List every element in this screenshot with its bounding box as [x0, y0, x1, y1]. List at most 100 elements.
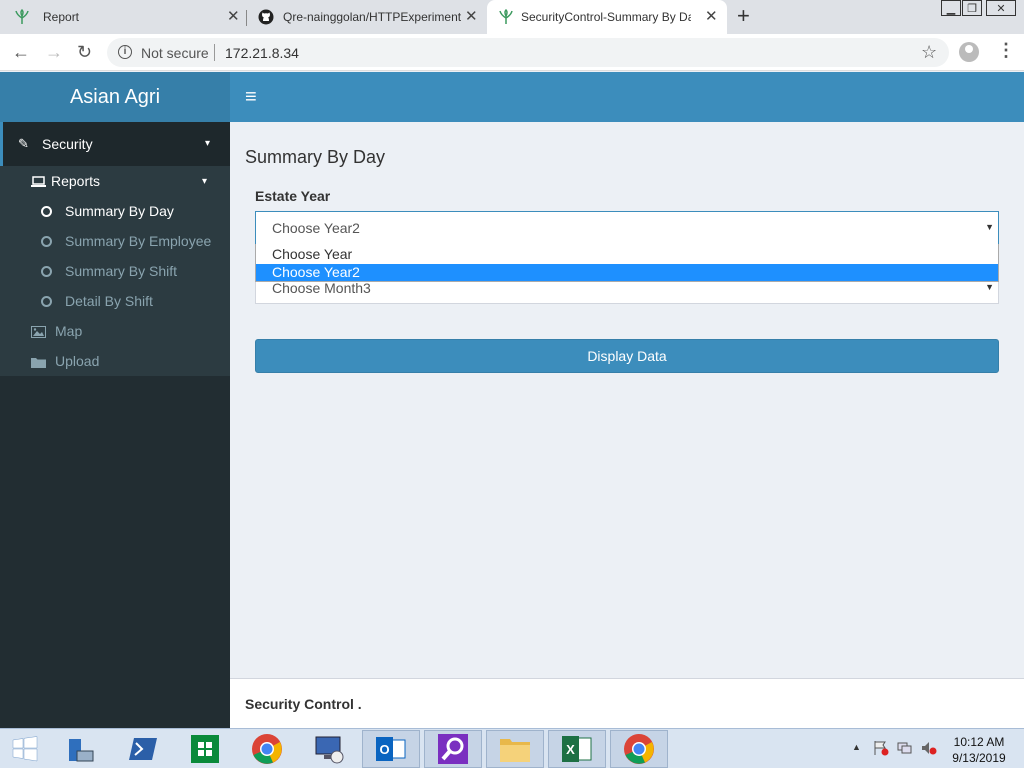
remote-desktop-button[interactable] — [300, 730, 358, 768]
sidebar-item-reports[interactable]: Reports ▾ — [0, 166, 230, 196]
tab-title: Qre-nainggolan/HTTPExperimental: E — [283, 10, 461, 24]
sidebar-item-label: Detail By Shift — [65, 293, 153, 309]
page-title: Summary By Day — [245, 147, 386, 167]
sidebar: ✎ Security ▾ Reports ▾ Summary By Day Su… — [0, 122, 230, 728]
sidebar-toggle-icon[interactable]: ≡ — [245, 85, 257, 109]
sidebar-item-label: Map — [55, 323, 83, 339]
search-app-button[interactable] — [424, 730, 482, 768]
tab-report[interactable]: Report ✕ — [0, 0, 245, 34]
new-tab-icon[interactable]: + — [737, 5, 750, 27]
dropdown-option-selected[interactable]: Choose Year2 — [256, 264, 998, 281]
svg-text:O: O — [379, 742, 389, 757]
sidebar-item-label: Summary By Day — [65, 203, 174, 219]
footer: Security Control . — [230, 678, 1024, 728]
laptop-icon — [31, 176, 46, 187]
sidebar-item-summary-by-shift[interactable]: Summary By Shift — [0, 256, 230, 286]
minimize-icon[interactable]: ▁ — [941, 0, 961, 16]
estate-year-label: Estate Year — [255, 188, 331, 204]
display-data-button[interactable]: Display Data — [255, 339, 999, 373]
start-button[interactable] — [0, 730, 50, 768]
security-status[interactable]: Not secure — [141, 45, 209, 61]
edit-icon: ✎ — [18, 136, 29, 151]
back-icon[interactable]: ← — [12, 42, 30, 62]
sidebar-item-label: Reports — [51, 173, 101, 189]
sidebar-item-upload[interactable]: Upload — [0, 346, 230, 376]
tab-close-icon[interactable]: ✕ — [465, 9, 478, 25]
caret-down-icon: ▼ — [985, 282, 994, 292]
sidebar-item-security[interactable]: ✎ Security ▾ — [0, 122, 230, 166]
sidebar-item-label: Upload — [55, 353, 100, 369]
server-manager-button[interactable] — [52, 730, 110, 768]
year-select[interactable]: Choose Year2 ▼ — [255, 211, 999, 245]
outlook-button[interactable]: O — [362, 730, 420, 768]
sidebar-item-label: Summary By Shift — [65, 263, 178, 279]
reload-icon[interactable]: ↻ — [77, 42, 92, 62]
sidebar-item-label: Security — [42, 136, 93, 152]
tab-github[interactable]: Qre-nainggolan/HTTPExperimental: E ✕ — [247, 0, 487, 34]
sidebar-item-summary-by-employee[interactable]: Summary By Employee — [0, 226, 230, 256]
chrome-active-button[interactable] — [610, 730, 668, 768]
sidebar-item-summary-by-day[interactable]: Summary By Day — [0, 196, 230, 226]
brand-logo[interactable]: Asian Agri — [0, 72, 230, 122]
svg-text:X: X — [566, 742, 575, 757]
folder-icon — [500, 739, 530, 762]
profile-avatar-icon[interactable] — [959, 42, 979, 62]
menu-kebab-icon[interactable]: ⋮ — [997, 40, 1015, 60]
tab-title: Report — [43, 10, 80, 24]
github-favicon-icon — [258, 9, 274, 25]
excel-icon: X — [562, 736, 592, 762]
magnifier-app-icon — [438, 734, 468, 764]
address-bar: ← → ↻ i Not secure 172.21.8.34 ☆ ⋮ — [0, 34, 1024, 71]
browser-tab-strip: Report ✕ Qre-nainggolan/HTTPExperimental… — [0, 0, 1024, 34]
circle-icon — [41, 236, 52, 247]
circle-icon — [41, 296, 52, 307]
file-explorer-button[interactable] — [486, 730, 544, 768]
server-manager-icon — [69, 739, 94, 762]
leaf-favicon-icon — [499, 9, 513, 24]
chrome-icon — [252, 734, 282, 764]
forward-icon[interactable]: → — [45, 42, 63, 62]
image-icon — [31, 326, 46, 338]
dropdown-option[interactable]: Choose Year — [256, 246, 998, 263]
url-text[interactable]: 172.21.8.34 — [225, 45, 299, 61]
top-navbar — [230, 72, 1024, 122]
outlook-icon: O — [376, 737, 406, 761]
month-select-value: Choose Month3 — [272, 280, 371, 296]
footer-text: Security Control . — [245, 696, 362, 712]
omnibox[interactable]: i Not secure 172.21.8.34 ☆ — [107, 38, 949, 67]
tab-close-icon[interactable]: ✕ — [227, 9, 240, 25]
tab-security-control[interactable]: SecurityControl-Summary By Day ✕ — [487, 0, 727, 34]
year-select-value: Choose Year2 — [272, 220, 360, 236]
store-button[interactable] — [176, 730, 234, 768]
caret-down-icon: ▼ — [985, 222, 994, 232]
excel-button[interactable]: X — [548, 730, 606, 768]
taskbar: O X ▲ 10:12 AM 9/13/2019 — [0, 728, 1024, 768]
year-dropdown-list: Choose Year Choose Year2 — [255, 244, 999, 282]
window-close-icon[interactable]: ✕ — [986, 0, 1016, 16]
sidebar-item-label: Summary By Employee — [65, 233, 212, 249]
sidebar-item-detail-by-shift[interactable]: Detail By Shift — [0, 286, 230, 316]
powershell-button[interactable] — [114, 730, 172, 768]
chevron-down-icon: ▾ — [205, 138, 211, 149]
show-hidden-icons-icon[interactable]: ▲ — [852, 742, 861, 752]
chrome-icon — [624, 734, 654, 764]
chevron-down-icon: ▾ — [202, 176, 208, 187]
omnibox-divider — [214, 44, 215, 61]
tab-close-icon[interactable]: ✕ — [705, 9, 718, 25]
bookmark-star-icon[interactable]: ☆ — [921, 42, 937, 63]
clock-date: 9/13/2019 — [952, 751, 1006, 765]
clock-time: 10:12 AM — [953, 735, 1005, 749]
system-clock[interactable]: 10:12 AM 9/13/2019 — [944, 734, 1014, 766]
restore-icon[interactable]: ❐ — [962, 0, 982, 16]
info-icon[interactable]: i — [118, 45, 132, 59]
network-icon[interactable] — [897, 740, 913, 759]
windows-logo-icon — [12, 736, 38, 762]
sidebar-item-map[interactable]: Map — [0, 316, 230, 346]
tab-title: SecurityControl-Summary By Day — [521, 10, 691, 24]
action-center-flag-icon[interactable] — [873, 740, 889, 759]
store-icon — [191, 735, 219, 763]
remote-desktop-icon — [315, 736, 344, 764]
chrome-button[interactable] — [238, 730, 296, 768]
circle-icon — [41, 206, 52, 217]
volume-muted-icon[interactable] — [921, 740, 937, 759]
